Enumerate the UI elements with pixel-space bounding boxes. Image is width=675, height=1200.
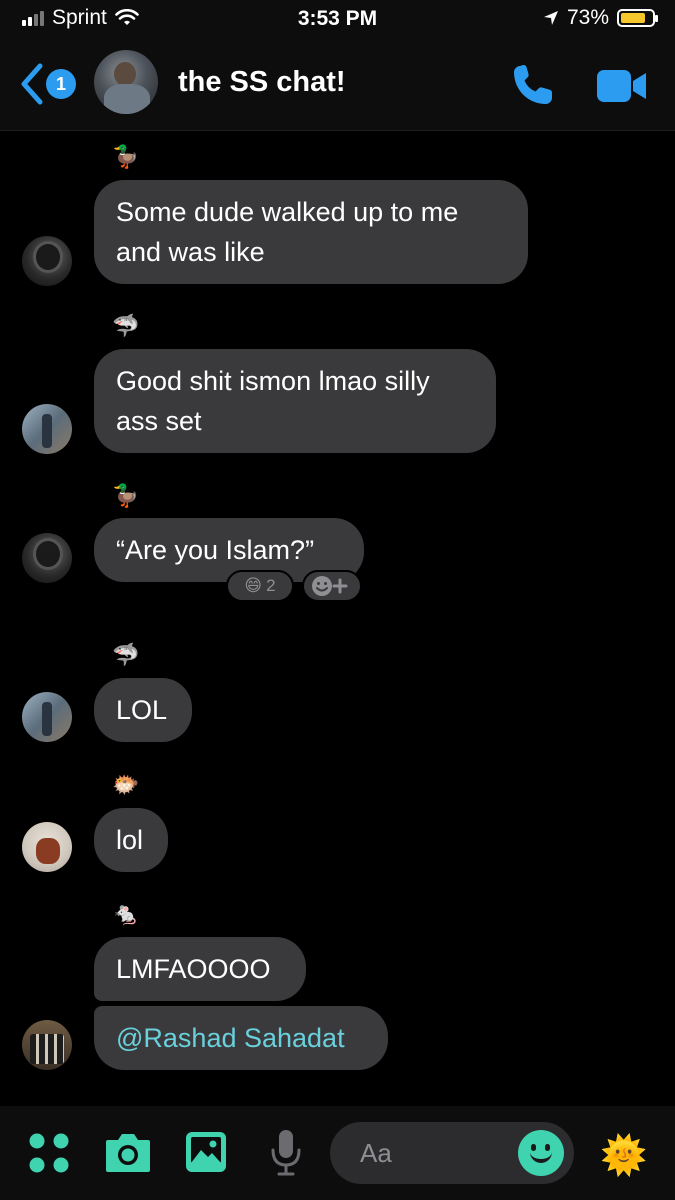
avatar[interactable]: [22, 533, 72, 583]
message-input[interactable]: Aa: [330, 1122, 574, 1184]
location-icon: [543, 11, 558, 25]
phone-call-button[interactable]: [510, 62, 556, 108]
reaction-count: 2: [266, 576, 276, 595]
camera-icon[interactable]: [104, 1130, 152, 1174]
add-reaction-button[interactable]: [302, 570, 362, 602]
sender-tag-emoji: 🐡: [112, 772, 140, 797]
message-bubble[interactable]: Good shit ismon lmao silly ass set: [94, 349, 496, 453]
sender-tag-emoji: 🦈: [112, 313, 140, 338]
group-avatar[interactable]: [94, 50, 158, 114]
emoji-picker-icon[interactable]: [518, 1130, 564, 1176]
status-bar: Sprint 3:53 PM 73%: [0, 0, 675, 40]
battery-icon: [617, 9, 658, 27]
avatar[interactable]: [22, 1020, 72, 1070]
unread-badge: 1: [46, 69, 76, 99]
message-bubble[interactable]: lol: [94, 808, 168, 872]
photo-gallery-icon[interactable]: [184, 1130, 228, 1174]
avatar[interactable]: [22, 404, 72, 454]
sender-tag-emoji: 🐁: [112, 901, 140, 926]
avatar[interactable]: [22, 822, 72, 872]
reaction-badge[interactable]: 😄 2: [226, 570, 294, 602]
message-bubble[interactable]: LMFAOOOO: [94, 937, 306, 1001]
sender-tag-emoji: 🦆: [112, 144, 140, 169]
chevron-left-icon: [21, 63, 43, 105]
back-button[interactable]: 1: [18, 62, 76, 106]
mention-bubble[interactable]: @Rashad Sahadat: [94, 1006, 388, 1070]
reaction-emoji: 😄: [244, 576, 263, 595]
avatar[interactable]: [22, 692, 72, 742]
add-reaction-icon: [312, 576, 348, 596]
avatar[interactable]: [22, 236, 72, 286]
quick-reaction-button[interactable]: 🌞: [600, 1134, 647, 1178]
message-input-placeholder: Aa: [360, 1138, 392, 1168]
composer-bar: Aa 🌞: [0, 1106, 675, 1200]
chat-title[interactable]: the SS chat!: [178, 66, 346, 99]
message-bubble[interactable]: LOL: [94, 678, 192, 742]
video-call-button[interactable]: [596, 66, 648, 106]
chat-header: 1 the SS chat!: [0, 40, 675, 131]
battery-percent: 73%: [566, 6, 609, 29]
more-apps-icon[interactable]: [28, 1132, 70, 1174]
sender-tag-emoji: 🦈: [112, 642, 140, 667]
microphone-icon[interactable]: [268, 1128, 304, 1178]
status-right: 73%: [543, 6, 658, 30]
sender-tag-emoji: 🦆: [112, 483, 140, 508]
message-bubble[interactable]: Some dude walked up to me and was like: [94, 180, 528, 284]
